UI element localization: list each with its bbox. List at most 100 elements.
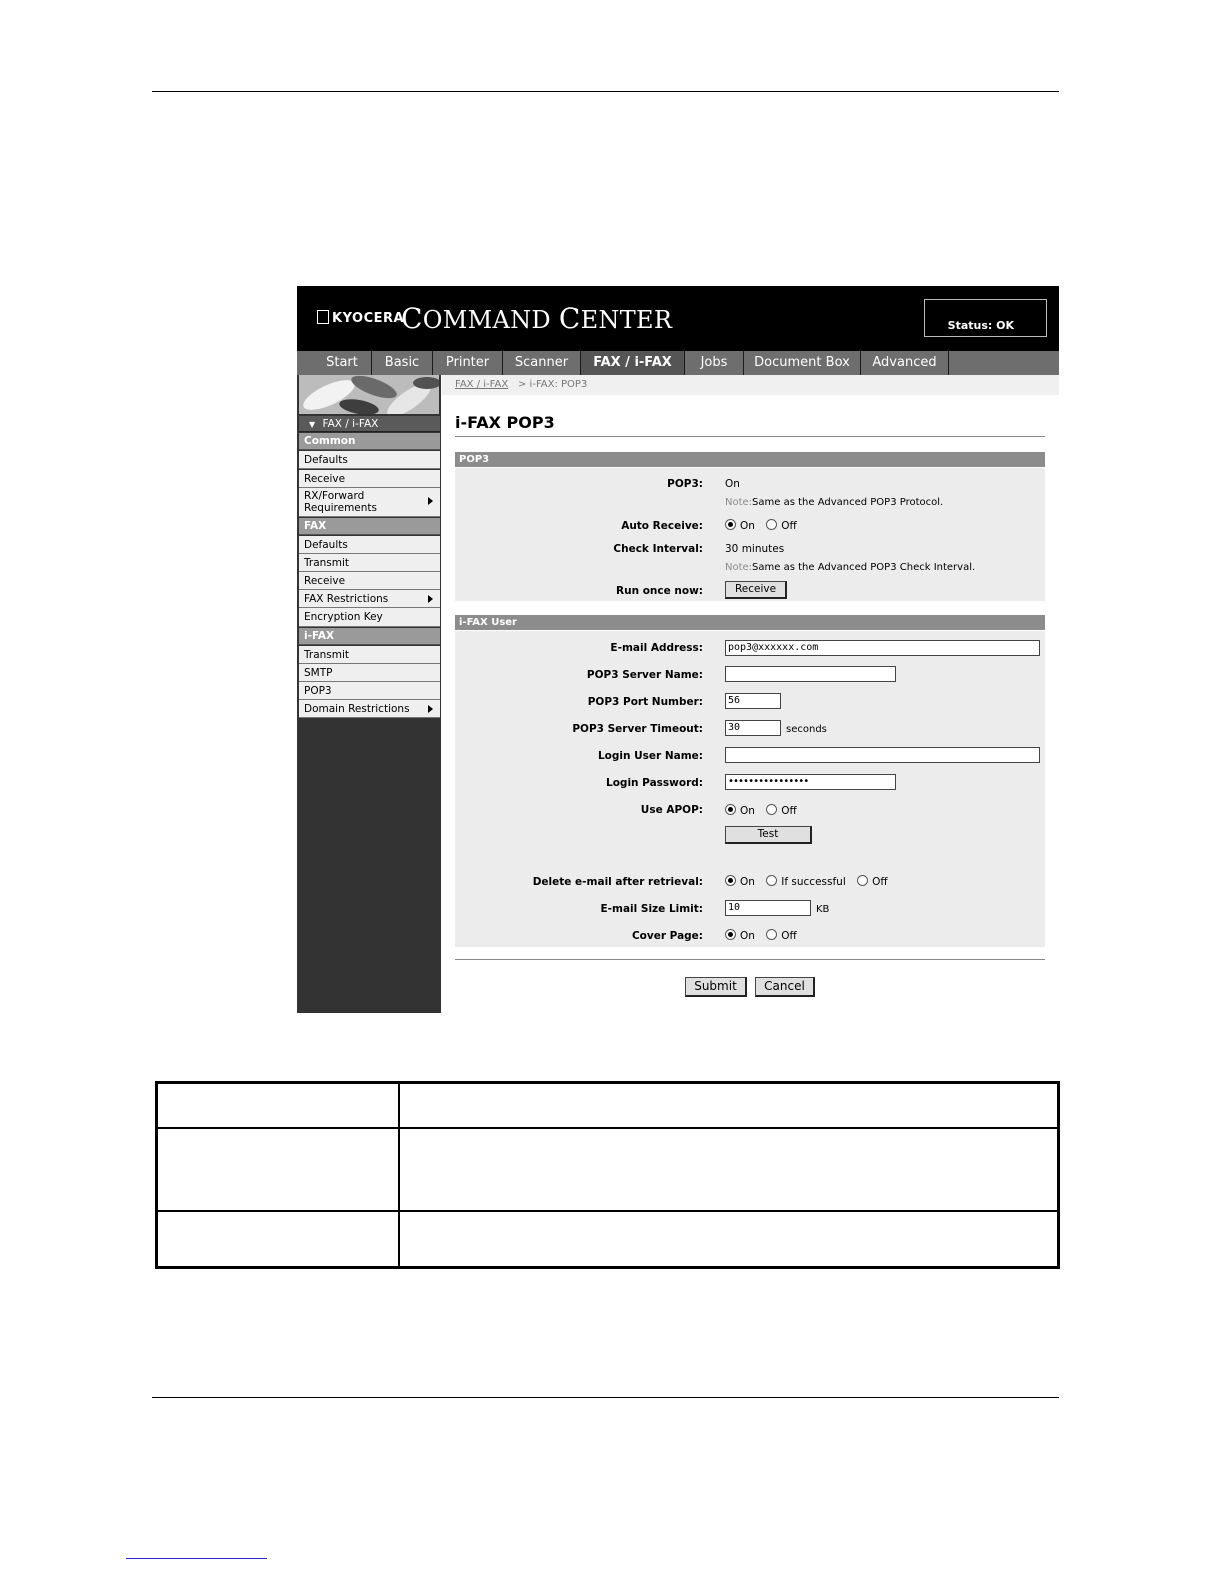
radio-empty-icon — [857, 875, 869, 886]
triangle-down-icon: ▼ — [309, 420, 316, 429]
rx-forward-line1: RX/Forward — [304, 490, 365, 502]
radio-label-off: Off — [872, 876, 888, 888]
breadcrumb-current: > i-FAX: POP3 — [518, 379, 588, 390]
tab-printer[interactable]: Printer — [433, 351, 503, 375]
top-nav: Start Basic Printer Scanner FAX / i-FAX … — [297, 351, 1059, 375]
sidebar-header-fax: FAX — [299, 518, 440, 535]
pop3-port-number-field[interactable]: 56 — [725, 693, 781, 709]
email-size-limit-field[interactable]: 10 — [725, 900, 811, 916]
chevron-right-icon — [428, 497, 433, 505]
title-part-2: ENTER — [580, 306, 673, 334]
sidebar-item-fax-defaults[interactable]: Defaults — [299, 536, 440, 554]
cover-page-off-radio[interactable]: Off — [766, 929, 797, 942]
login-password-field[interactable]: •••••••••••••••• — [725, 774, 896, 790]
breadcrumb-link-fax-ifax[interactable]: FAX / i-FAX — [455, 375, 508, 395]
radio-label-off: Off — [781, 520, 797, 532]
cancel-button[interactable]: Cancel — [755, 977, 815, 997]
use-apop-off-radio[interactable]: Off — [766, 804, 797, 817]
tab-start[interactable]: Start — [313, 351, 372, 375]
pop3-note: Note:Same as the Advanced POP3 Protocol. — [725, 497, 943, 508]
cover-page-options: On Off — [725, 929, 805, 942]
domain-restrictions-label: Domain Restrictions — [304, 703, 410, 715]
pop3-server-name-field[interactable] — [725, 666, 896, 682]
settings-table — [155, 1081, 1060, 1269]
title-part-1: OMMAND — [422, 306, 559, 334]
submit-button[interactable]: Submit — [685, 977, 747, 997]
test-button[interactable]: Test — [725, 826, 812, 844]
note-text: Same as the Advanced POP3 Protocol. — [752, 497, 944, 508]
table-row-divider — [158, 1127, 1057, 1129]
radio-label-off: Off — [781, 805, 797, 817]
sidebar-item-pop3[interactable]: POP3 — [299, 682, 440, 700]
tab-document-box[interactable]: Document Box — [744, 351, 861, 375]
login-user-name-label: Login User Name: — [597, 750, 703, 762]
use-apop-options: On Off — [725, 804, 805, 817]
radio-selected-icon — [725, 875, 736, 886]
radio-label-if-successful: If successful — [781, 876, 846, 888]
receive-button[interactable]: Receive — [725, 581, 787, 599]
pop3-server-timeout-field[interactable]: 30 — [725, 720, 781, 736]
radio-selected-icon — [725, 929, 736, 940]
timeout-unit: seconds — [786, 724, 827, 735]
sidebar-item-ifax-transmit[interactable]: Transmit — [299, 646, 440, 664]
check-interval-value: 30 minutes — [725, 543, 785, 555]
email-address-label: E-mail Address: — [610, 642, 703, 654]
login-password-label: Login Password: — [606, 777, 703, 789]
sidebar-item-encryption-key[interactable]: Encryption Key — [299, 608, 440, 627]
auto-receive-options: On Off — [725, 519, 805, 532]
use-apop-on-radio[interactable]: On — [725, 804, 755, 817]
sidebar-item-rx-forward[interactable]: RX/Forward Requirements — [299, 488, 440, 517]
note-key: Note: — [725, 497, 753, 508]
kyocera-logo: KYOCERA — [317, 310, 404, 326]
tab-jobs[interactable]: Jobs — [685, 351, 744, 375]
leaf-photo-icon — [299, 375, 439, 414]
tab-basic[interactable]: Basic — [372, 351, 433, 375]
radio-label-on: On — [740, 520, 755, 532]
delete-email-off-radio[interactable]: Off — [857, 875, 888, 888]
use-apop-label: Use APOP: — [640, 804, 703, 816]
radio-label-off: Off — [781, 930, 797, 942]
sidebar-photo — [299, 375, 439, 414]
sidebar-item-domain-restrictions[interactable]: Domain Restrictions — [299, 700, 440, 718]
sidebar-item-smtp[interactable]: SMTP — [299, 664, 440, 682]
sidebar-item-fax-transmit[interactable]: Transmit — [299, 554, 440, 572]
pop3-server-timeout-label: POP3 Server Timeout: — [572, 723, 703, 735]
delete-email-if-successful-radio[interactable]: If successful — [766, 875, 846, 888]
delete-email-on-radio[interactable]: On — [725, 875, 755, 888]
status-box: Status: OK — [924, 299, 1047, 337]
pop3-value: On — [725, 478, 740, 490]
radio-empty-icon — [766, 519, 778, 530]
page-top-rule — [152, 91, 1059, 92]
radio-empty-icon — [766, 929, 778, 940]
footer-link-underline — [126, 1558, 267, 1559]
auto-receive-off-radio[interactable]: Off — [766, 519, 797, 532]
banner: KYOCERA COMMAND CENTER Status: OK — [297, 286, 1059, 351]
sidebar-item-common-defaults[interactable]: Defaults — [299, 451, 440, 469]
login-user-name-field[interactable] — [725, 747, 1040, 763]
delete-email-options: On If successful Off — [725, 875, 896, 888]
sidebar-section-fax-ifax[interactable]: ▼ FAX / i-FAX — [299, 416, 440, 432]
tab-scanner[interactable]: Scanner — [503, 351, 581, 375]
tab-fax-ifax[interactable]: FAX / i-FAX — [581, 351, 685, 375]
sidebar-item-common-receive[interactable]: Receive — [299, 470, 440, 488]
radio-selected-icon — [725, 519, 736, 530]
main-content: FAX / i-FAX > i-FAX: POP3 i-FAX POP3 POP… — [442, 375, 1059, 1013]
tab-advanced[interactable]: Advanced — [861, 351, 949, 375]
check-interval-label: Check Interval: — [613, 543, 703, 555]
status-text: Status: OK — [947, 319, 1014, 332]
title-divider — [455, 436, 1045, 437]
sidebar: ▼ FAX / i-FAX Common Defaults Receive RX… — [297, 375, 441, 1013]
auto-receive-label: Auto Receive: — [621, 520, 703, 532]
command-center-screenshot: KYOCERA COMMAND CENTER Status: OK Start … — [297, 286, 1059, 1013]
email-address-field[interactable]: pop3@xxxxxx.com — [725, 640, 1040, 656]
page-title: i-FAX POP3 — [455, 413, 555, 432]
sidebar-top-label: FAX / i-FAX — [322, 418, 379, 430]
pop3-server-name-label: POP3 Server Name: — [586, 669, 703, 681]
pop3-port-number-label: POP3 Port Number: — [587, 696, 703, 708]
sidebar-header-common: Common — [299, 433, 440, 450]
sidebar-item-fax-receive[interactable]: Receive — [299, 572, 440, 590]
sidebar-item-fax-restrictions[interactable]: FAX Restrictions — [299, 590, 440, 608]
radio-label-on: On — [740, 805, 755, 817]
auto-receive-on-radio[interactable]: On — [725, 519, 755, 532]
cover-page-on-radio[interactable]: On — [725, 929, 755, 942]
